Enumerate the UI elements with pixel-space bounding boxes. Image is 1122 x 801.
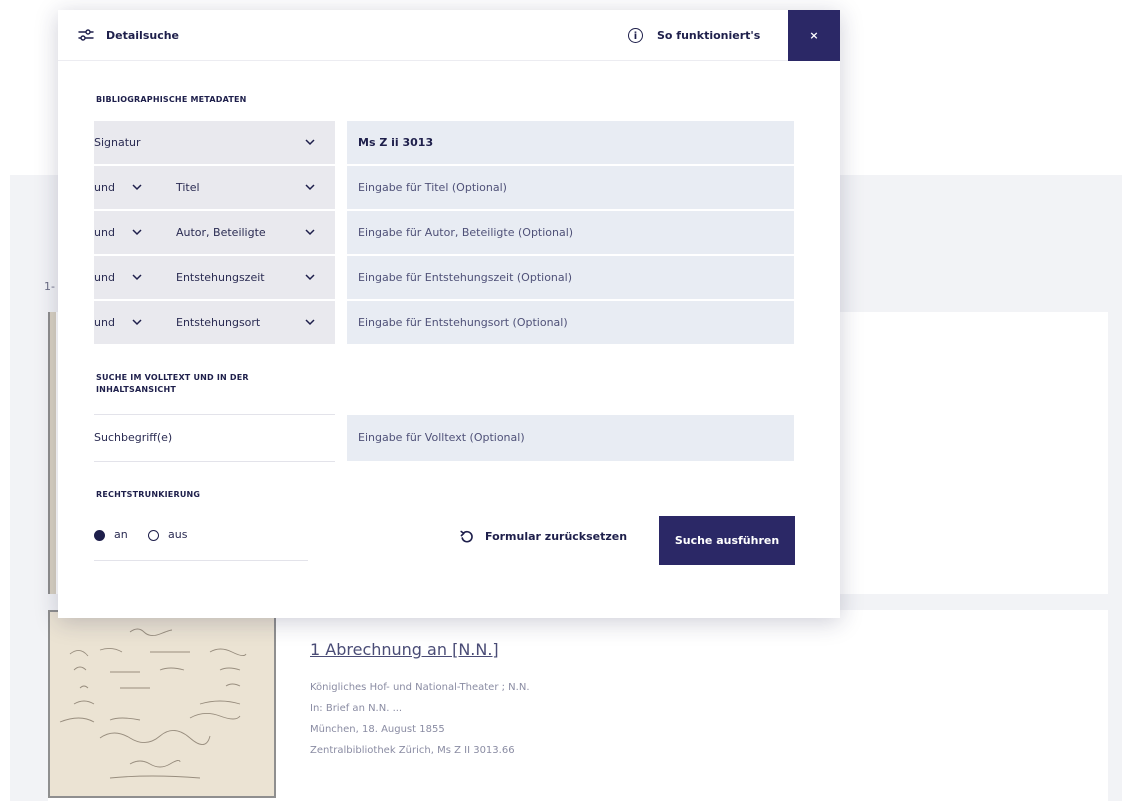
chevron-down-icon	[305, 319, 315, 326]
chevron-down-icon	[305, 184, 315, 191]
field-select-entstehungsort[interactable]: und Entstehungsort	[94, 301, 335, 344]
autor-input[interactable]: Eingabe für Autor, Beteiligte (Optional)	[347, 211, 794, 254]
fulltext-input[interactable]: Eingabe für Volltext (Optional)	[347, 415, 794, 461]
radio-aus-label[interactable]: aus	[168, 528, 187, 541]
operator-select[interactable]: und	[94, 301, 115, 344]
manuscript-image	[59, 628, 247, 779]
entstehungsort-input[interactable]: Eingabe für Entstehungsort (Optional)	[347, 301, 794, 344]
result-thumbnail[interactable]	[48, 610, 276, 798]
chevron-down-icon	[305, 274, 315, 281]
field-select-label: Signatur	[94, 136, 141, 149]
modal-title: Detailsuche	[106, 29, 180, 42]
operator-select[interactable]: und	[94, 166, 115, 209]
fulltext-section-label-line: INHALTSANSICHT	[96, 385, 176, 394]
radio-an-label[interactable]: an	[114, 528, 128, 541]
field-select-titel[interactable]: und Titel	[94, 166, 335, 209]
result-thumbnail-edge	[48, 312, 56, 594]
fulltext-label: Suchbegriff(e)	[94, 414, 335, 462]
signatur-input[interactable]: Ms Z ii 3013	[347, 121, 794, 164]
result-source: In: Brief an N.N. ...	[310, 703, 403, 714]
reset-form-button[interactable]: Formular zurücksetzen	[460, 528, 652, 552]
chevron-down-icon	[132, 229, 142, 236]
result-card-2[interactable]: 1 Abrechnung an [N.N.] Königliches Hof- …	[48, 610, 1108, 801]
search-submit-button[interactable]: Suche ausführen	[659, 516, 795, 565]
info-icon[interactable]: i	[628, 28, 643, 43]
operator-select[interactable]: und	[94, 211, 115, 254]
truncation-section-label: RECHTSTRUNKIERUNG	[96, 490, 201, 499]
result-shelfmark: Zentralbibliothek Zürich, Ms Z II 3013.6…	[310, 745, 515, 756]
chevron-down-icon	[305, 139, 315, 146]
sliders-icon	[78, 29, 94, 41]
result-count: 1-	[44, 280, 55, 293]
advanced-search-modal: Detailsuche i So funktioniert's × BIBLIO…	[58, 10, 840, 618]
chevron-down-icon	[305, 229, 315, 236]
field-select-label: Autor, Beteiligte	[176, 226, 266, 239]
field-select-signatur[interactable]: Signatur	[94, 121, 335, 164]
field-select-entstehungszeit[interactable]: und Entstehungszeit	[94, 256, 335, 299]
result-creators: Königliches Hof- und National-Theater ; …	[310, 682, 530, 693]
entstehungszeit-input[interactable]: Eingabe für Entstehungszeit (Optional)	[347, 256, 794, 299]
field-select-autor[interactable]: und Autor, Beteiligte	[94, 211, 335, 254]
help-link[interactable]: So funktioniert's	[657, 29, 760, 42]
operator-select[interactable]: und	[94, 256, 115, 299]
chevron-down-icon	[132, 274, 142, 281]
chevron-down-icon	[132, 319, 142, 326]
radio-aus[interactable]	[148, 530, 159, 541]
modal-header: Detailsuche i So funktioniert's ×	[58, 10, 840, 61]
result-title-link[interactable]: 1 Abrechnung an [N.N.]	[310, 640, 499, 659]
fulltext-section-label: SUCHE IM VOLLTEXT UND IN DER INHALTSANSI…	[96, 372, 249, 396]
field-select-label: Titel	[176, 181, 200, 194]
close-button[interactable]: ×	[788, 10, 840, 61]
field-select-label: Entstehungszeit	[176, 271, 265, 284]
fulltext-section-label-line: SUCHE IM VOLLTEXT UND IN DER	[96, 373, 249, 382]
truncation-radio-group: an aus	[94, 526, 308, 561]
reset-form-label: Formular zurücksetzen	[485, 530, 628, 543]
field-select-label: Entstehungsort	[176, 316, 261, 329]
chevron-down-icon	[132, 184, 142, 191]
titel-input[interactable]: Eingabe für Titel (Optional)	[347, 166, 794, 209]
bibliographic-section-label: BIBLIOGRAPHISCHE METADATEN	[96, 95, 247, 104]
radio-an[interactable]	[94, 530, 105, 541]
result-date-place: München, 18. August 1855	[310, 724, 445, 735]
reset-icon	[460, 530, 473, 543]
